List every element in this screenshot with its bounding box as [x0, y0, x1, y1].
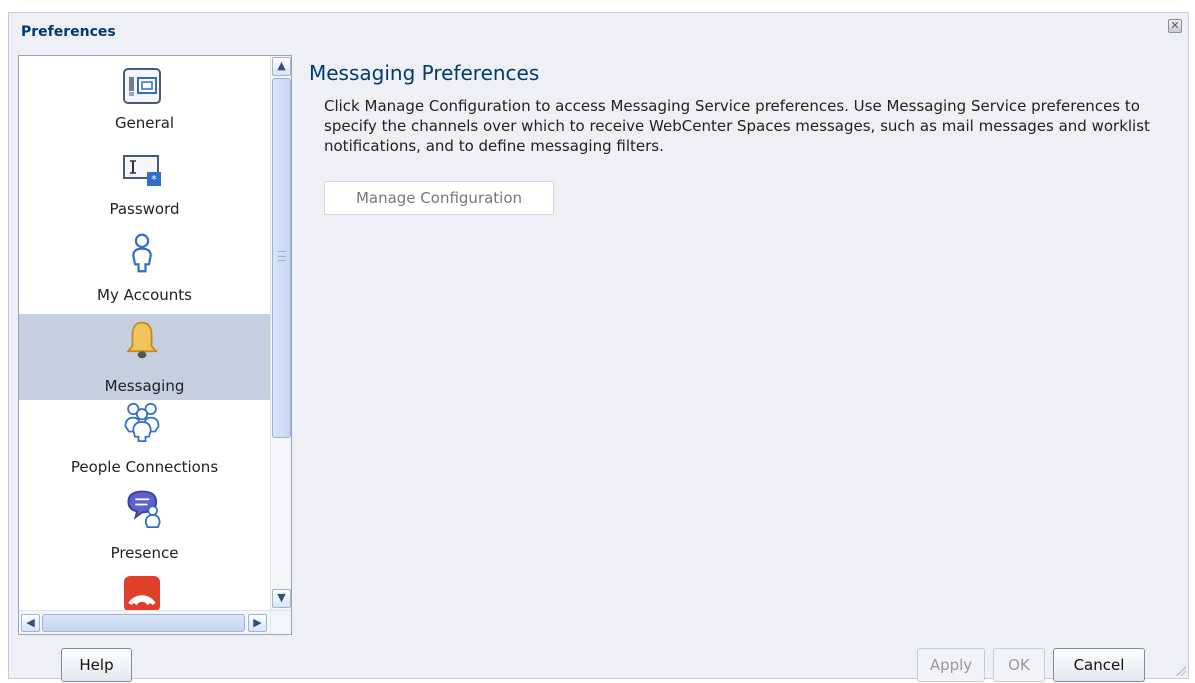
scroll-down-arrow-icon[interactable]: ▼: [272, 589, 291, 608]
nav-item-presence[interactable]: Presence: [19, 486, 270, 572]
general-settings-icon: [123, 68, 161, 104]
close-icon[interactable]: ✕: [1168, 19, 1182, 33]
nav-item-general[interactable]: General: [19, 56, 270, 142]
horizontal-scroll-thumb[interactable]: [42, 614, 245, 632]
vertical-scroll-thumb[interactable]: [272, 78, 291, 438]
person-icon: [132, 233, 152, 273]
nav-item-label: General: [114, 114, 175, 132]
resize-grip-icon[interactable]: [1176, 666, 1186, 676]
presence-chat-icon: [127, 490, 161, 528]
nav-item-messaging[interactable]: Messaging: [19, 314, 270, 400]
preferences-nav-panel: General * Password My Accounts Messaging…: [18, 55, 292, 635]
preferences-dialog: Preferences ✕ General * Password My Acco…: [8, 12, 1189, 682]
manage-configuration-button[interactable]: Manage Configuration: [324, 181, 554, 215]
scrollbar-corner: [270, 610, 291, 634]
ok-button[interactable]: OK: [993, 648, 1045, 682]
nav-item-my-accounts[interactable]: My Accounts: [19, 228, 270, 314]
scroll-up-arrow-icon[interactable]: ▲: [272, 57, 291, 76]
grip-icon: [278, 251, 286, 261]
nav-horizontal-scrollbar[interactable]: ◀ ▶: [19, 610, 270, 634]
svg-text:*: *: [151, 173, 157, 186]
nav-item-label: Messaging: [104, 377, 185, 395]
dialog-title: Preferences: [21, 24, 116, 40]
nav-item-feed[interactable]: [19, 572, 270, 611]
help-button[interactable]: Help: [61, 648, 132, 682]
nav-item-label: Presence: [110, 544, 179, 562]
page-title: Messaging Preferences: [309, 61, 540, 85]
nav-vertical-scrollbar[interactable]: ▲ ▼: [270, 56, 291, 611]
preferences-nav-list: General * Password My Accounts Messaging…: [19, 56, 270, 611]
people-group-icon: [124, 402, 160, 442]
nav-item-label: My Accounts: [97, 286, 192, 304]
page-description: Click Manage Configuration to access Mes…: [324, 97, 1150, 155]
scroll-left-arrow-icon[interactable]: ◀: [21, 614, 40, 632]
dialog-header: Preferences ✕: [9, 13, 1188, 47]
nav-item-password[interactable]: * Password: [19, 142, 270, 228]
password-icon: *: [123, 155, 161, 186]
apply-button[interactable]: Apply: [917, 648, 985, 682]
scroll-right-arrow-icon[interactable]: ▶: [248, 614, 267, 632]
feed-icon: [124, 576, 160, 611]
nav-item-people-connections[interactable]: People Connections: [19, 400, 270, 486]
bell-icon: [126, 321, 158, 359]
nav-item-label: People Connections: [70, 458, 219, 476]
nav-item-label: Password: [109, 200, 180, 218]
cancel-button[interactable]: Cancel: [1053, 648, 1145, 682]
